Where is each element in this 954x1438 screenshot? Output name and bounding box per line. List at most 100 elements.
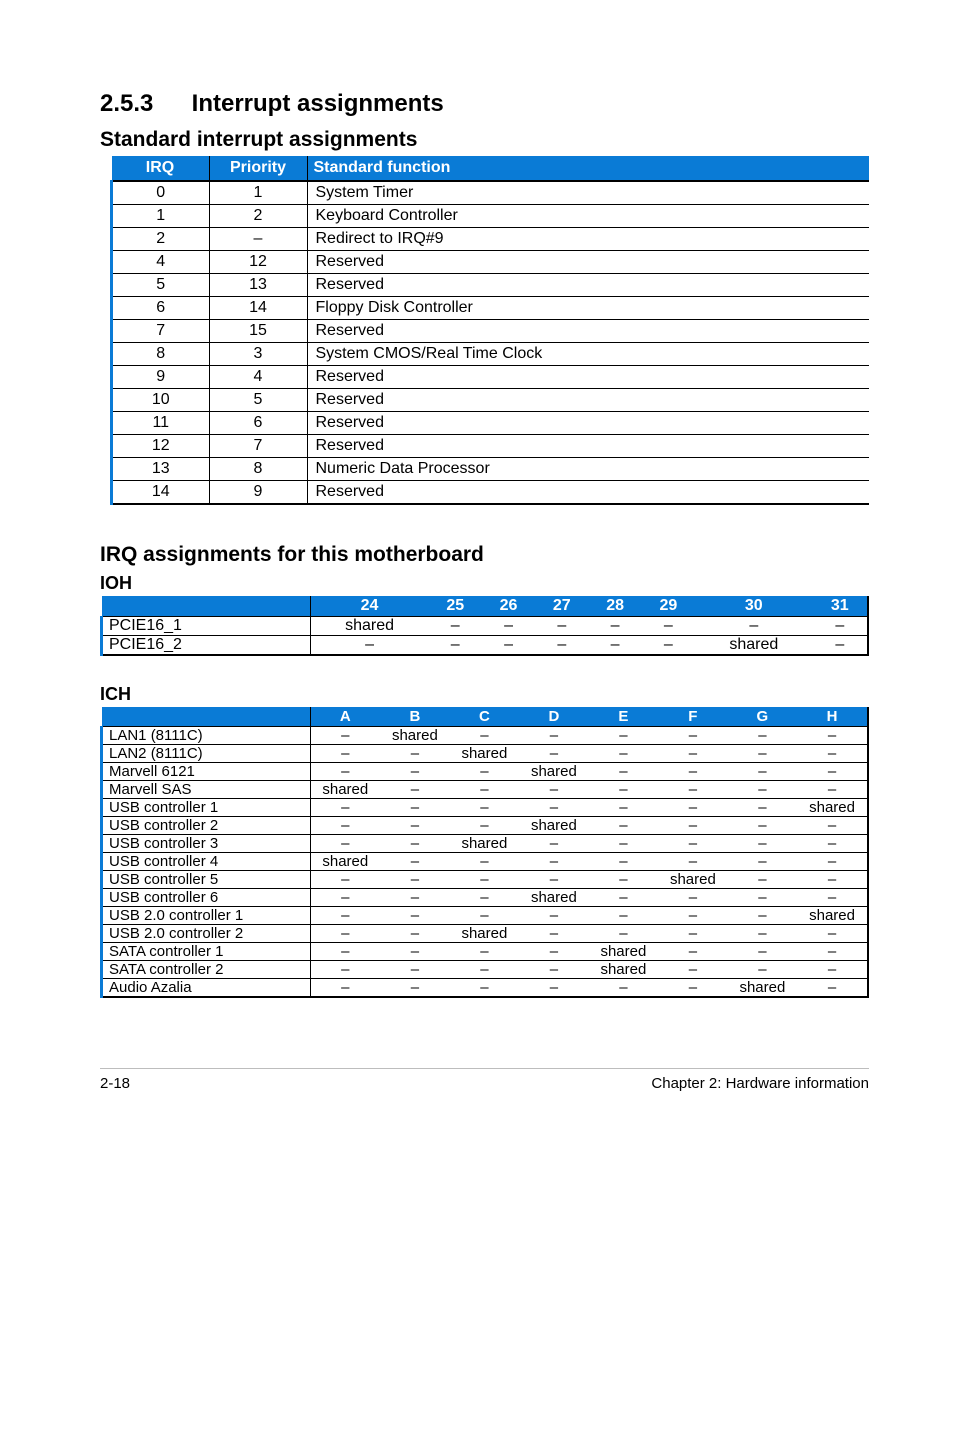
- cell-irq: 1: [112, 205, 210, 228]
- cell-device: USB controller 4: [102, 853, 311, 871]
- std-irq-title: Standard interrupt assignments: [100, 128, 869, 152]
- cell-function: System CMOS/Real Time Clock: [307, 343, 869, 366]
- cell-value: –: [728, 763, 798, 781]
- cell-value: –: [519, 871, 589, 889]
- cell-value: –: [519, 745, 589, 763]
- table-row: USB 2.0 controller 1–––––––shared: [102, 907, 869, 925]
- cell-device: USB controller 3: [102, 835, 311, 853]
- cell-device: LAN1 (8111C): [102, 727, 311, 745]
- cell-value: –: [658, 799, 728, 817]
- cell-device: USB 2.0 controller 1: [102, 907, 311, 925]
- cell-value: –: [310, 943, 380, 961]
- cell-value: shared: [695, 636, 813, 656]
- cell-function: Reserved: [307, 389, 869, 412]
- cell-value: –: [450, 817, 520, 835]
- cell-value: –: [728, 835, 798, 853]
- cell-value: –: [658, 853, 728, 871]
- cell-value: –: [450, 871, 520, 889]
- cell-function: System Timer: [307, 181, 869, 205]
- cell-irq: 7: [112, 320, 210, 343]
- cell-value: –: [380, 871, 450, 889]
- footer-page-number: 2-18: [100, 1075, 130, 1092]
- cell-function: Reserved: [307, 320, 869, 343]
- cell-function: Reserved: [307, 366, 869, 389]
- cell-value: –: [450, 853, 520, 871]
- column-header: F: [658, 707, 728, 727]
- cell-function: Floppy Disk Controller: [307, 297, 869, 320]
- table-row: 2–Redirect to IRQ#9: [112, 228, 870, 251]
- cell-value: –: [589, 871, 659, 889]
- cell-value: shared: [519, 889, 589, 907]
- cell-value: –: [728, 871, 798, 889]
- cell-function: Reserved: [307, 274, 869, 297]
- cell-value: –: [797, 781, 868, 799]
- cell-value: shared: [589, 961, 659, 979]
- column-header: G: [728, 707, 798, 727]
- cell-value: –: [728, 889, 798, 907]
- table-row: LAN2 (8111C)––shared–––––: [102, 745, 869, 763]
- table-row: Audio Azalia––––––shared–: [102, 979, 869, 998]
- cell-value: –: [797, 979, 868, 998]
- cell-value: shared: [310, 617, 429, 636]
- table-row: SATA controller 2––––shared–––: [102, 961, 869, 979]
- cell-value: –: [519, 781, 589, 799]
- cell-value: –: [450, 943, 520, 961]
- cell-value: –: [450, 727, 520, 745]
- cell-function: Reserved: [307, 412, 869, 435]
- cell-value: –: [589, 727, 659, 745]
- cell-value: –: [642, 636, 695, 656]
- cell-value: –: [519, 907, 589, 925]
- cell-irq: 11: [112, 412, 210, 435]
- cell-value: –: [728, 853, 798, 871]
- std-irq-table: IRQ Priority Standard function 01System …: [110, 156, 869, 505]
- table-row: 116Reserved: [112, 412, 870, 435]
- cell-value: –: [482, 636, 535, 656]
- cell-value: –: [380, 745, 450, 763]
- cell-value: –: [310, 907, 380, 925]
- cell-value: –: [519, 979, 589, 998]
- cell-value: –: [728, 907, 798, 925]
- cell-value: –: [589, 799, 659, 817]
- cell-value: –: [728, 745, 798, 763]
- std-irq-header-irq: IRQ: [112, 156, 210, 181]
- cell-value: –: [450, 979, 520, 998]
- cell-value: –: [310, 871, 380, 889]
- cell-priority: 6: [209, 412, 307, 435]
- cell-value: –: [658, 727, 728, 745]
- section-title-text: Interrupt assignments: [192, 90, 444, 117]
- cell-value: –: [310, 817, 380, 835]
- column-header: 24: [310, 596, 429, 617]
- table-row: PCIE16_1shared–––––––: [102, 617, 869, 636]
- cell-value: –: [380, 925, 450, 943]
- footer-chapter: Chapter 2: Hardware information: [651, 1075, 869, 1092]
- std-irq-header-func: Standard function: [307, 156, 869, 181]
- cell-value: –: [797, 763, 868, 781]
- cell-priority: 7: [209, 435, 307, 458]
- cell-value: –: [658, 943, 728, 961]
- column-header: 31: [813, 596, 868, 617]
- cell-value: –: [519, 835, 589, 853]
- cell-device: USB controller 6: [102, 889, 311, 907]
- cell-value: –: [380, 853, 450, 871]
- cell-value: –: [797, 853, 868, 871]
- cell-value: –: [429, 617, 482, 636]
- cell-value: –: [797, 925, 868, 943]
- table-row: 12Keyboard Controller: [112, 205, 870, 228]
- table-row: SATA controller 1––––shared–––: [102, 943, 869, 961]
- column-header: D: [519, 707, 589, 727]
- cell-value: –: [642, 617, 695, 636]
- cell-function: Reserved: [307, 481, 869, 505]
- cell-value: shared: [380, 727, 450, 745]
- cell-value: –: [429, 636, 482, 656]
- cell-irq: 9: [112, 366, 210, 389]
- cell-function: Numeric Data Processor: [307, 458, 869, 481]
- table-row: USB controller 6–––shared––––: [102, 889, 869, 907]
- section-heading: 2.5.3 Interrupt assignments: [100, 90, 869, 118]
- cell-value: –: [450, 763, 520, 781]
- table-row: 513Reserved: [112, 274, 870, 297]
- table-row: 715Reserved: [112, 320, 870, 343]
- cell-value: –: [519, 925, 589, 943]
- cell-value: –: [519, 727, 589, 745]
- cell-irq: 13: [112, 458, 210, 481]
- cell-value: –: [658, 889, 728, 907]
